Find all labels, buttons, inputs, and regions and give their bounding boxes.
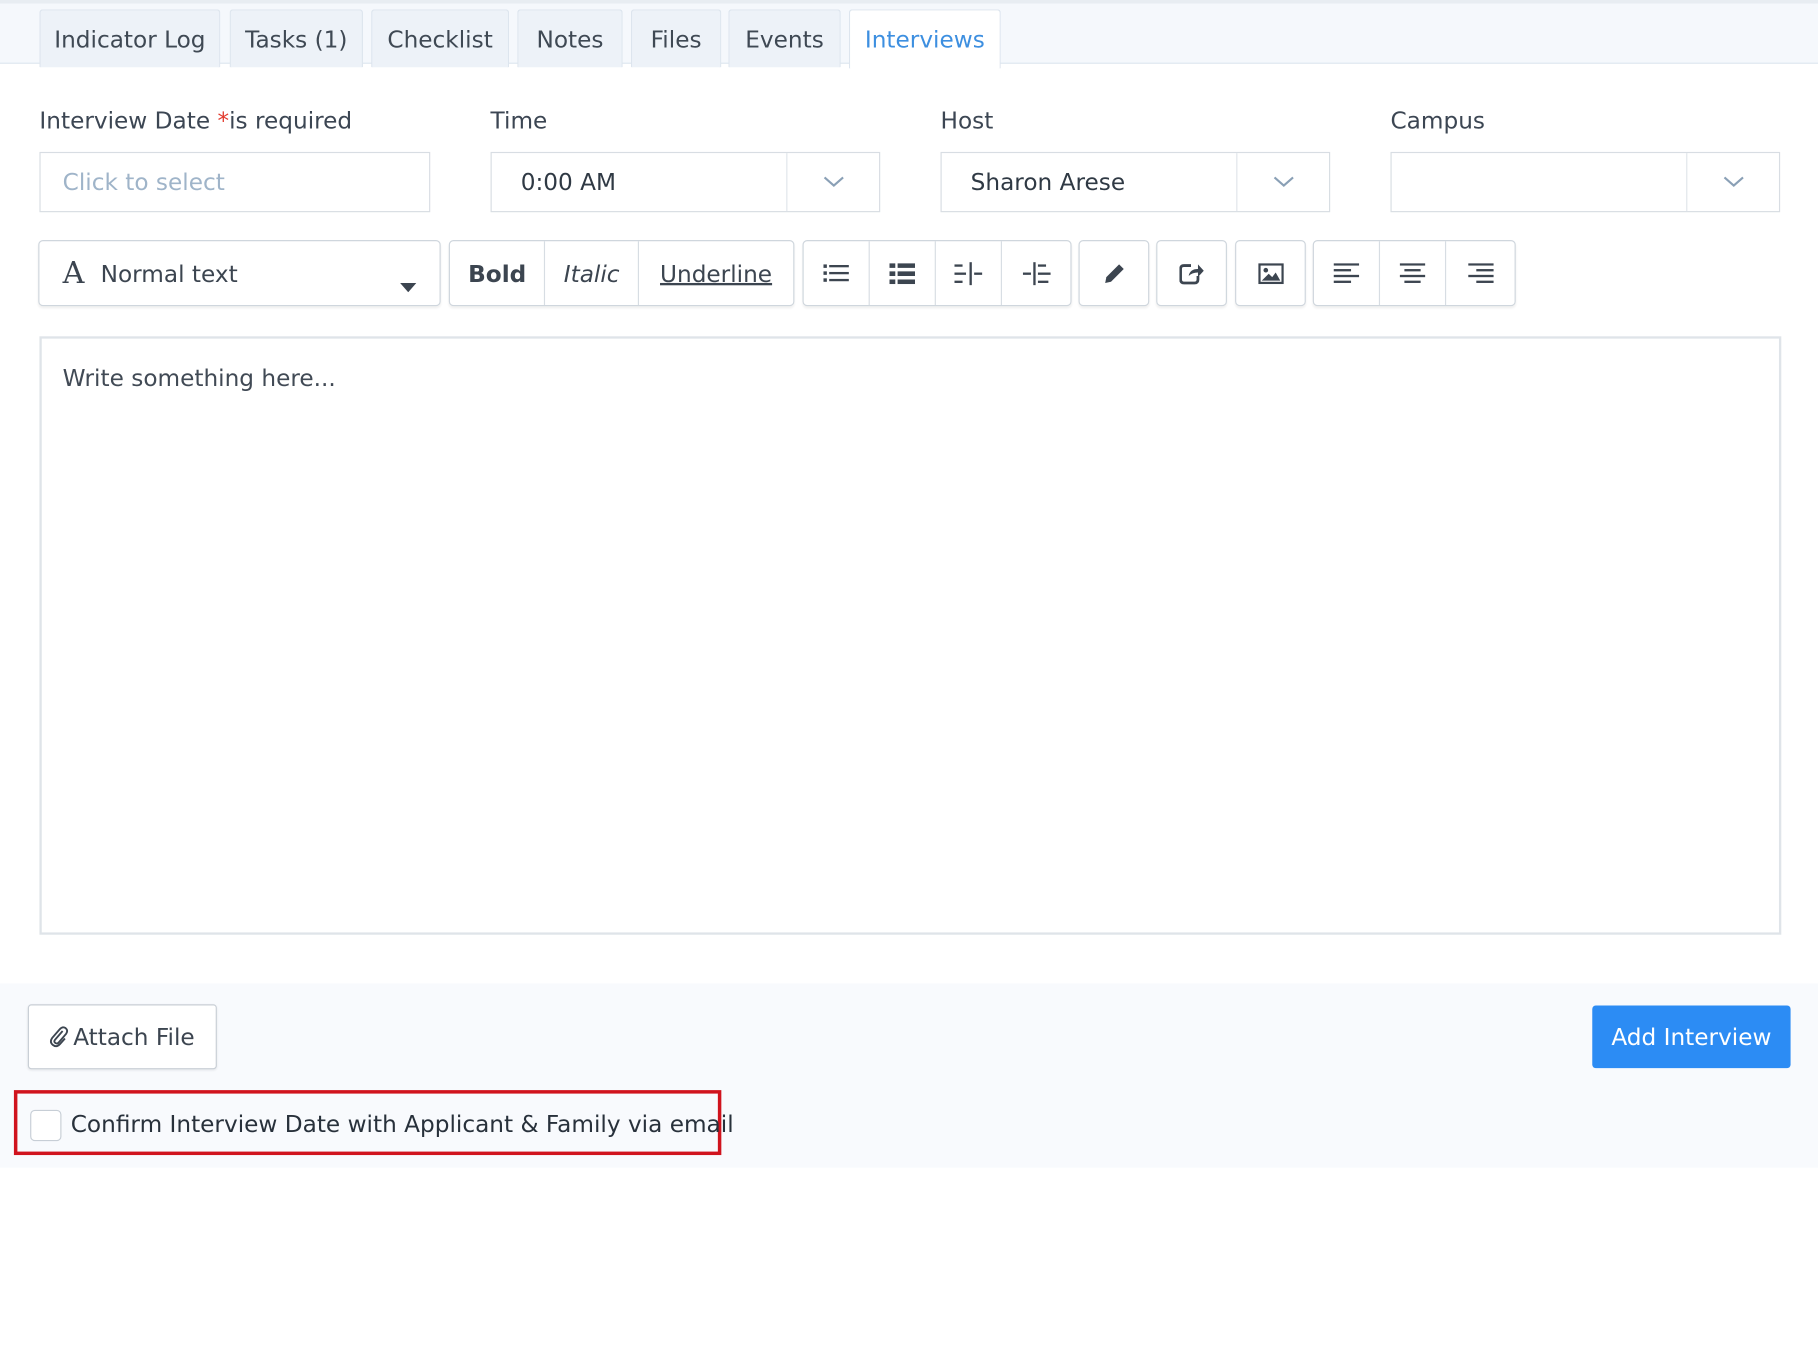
interview-date-placeholder: Click to select [62, 168, 225, 196]
indent-button[interactable] [1002, 241, 1070, 305]
image-button[interactable] [1236, 241, 1304, 305]
interview-date-input[interactable]: Click to select [39, 151, 431, 213]
add-interview-button[interactable]: Add Interview [1592, 1005, 1791, 1069]
notes-editor[interactable]: Write something here... [39, 336, 1782, 935]
editor-placeholder: Write something here... [62, 364, 336, 392]
block-style-label: Normal text [100, 259, 238, 288]
outdent-icon [954, 261, 983, 285]
time-label: Time [490, 106, 548, 135]
interview-date-label-text: Interview Date [39, 106, 211, 135]
host-label: Host [940, 106, 994, 135]
interviews-panel: Indicator Log Tasks (1) Checklist Notes … [0, 0, 1818, 1168]
tab-checklist[interactable]: Checklist [371, 9, 510, 68]
share-button[interactable] [1157, 241, 1225, 305]
caret-down-icon [400, 270, 417, 298]
align-right-icon [1467, 262, 1494, 283]
align-center-icon [1399, 262, 1426, 283]
tab-notes[interactable]: Notes [517, 9, 623, 68]
list-group [802, 240, 1072, 307]
attach-file-label: Attach File [73, 1022, 195, 1051]
tab-files[interactable]: Files [630, 9, 722, 68]
confirm-email-checkbox[interactable] [30, 1109, 62, 1142]
font-icon: A [62, 255, 85, 291]
chevron-down-icon[interactable] [786, 153, 879, 212]
share-icon [1178, 263, 1204, 284]
alignment-group [1312, 240, 1516, 307]
link-group [1078, 240, 1150, 307]
pencil-icon [1104, 263, 1124, 283]
interview-date-label: Interview Date *is required [39, 107, 352, 135]
tab-events[interactable]: Events [728, 9, 841, 68]
campus-select[interactable] [1390, 151, 1781, 213]
align-center-button[interactable] [1380, 241, 1447, 306]
align-left-icon [1333, 262, 1360, 283]
italic-button[interactable]: Italic [546, 241, 639, 306]
tab-interviews[interactable]: Interviews [848, 9, 1001, 69]
inline-style-group: Bold Italic Underline [448, 240, 795, 307]
indent-icon [1022, 261, 1051, 285]
tab-bar: Indicator Log Tasks (1) Checklist Notes … [0, 0, 1818, 69]
chevron-down-icon[interactable] [1236, 153, 1329, 212]
tab-tasks[interactable]: Tasks (1) [229, 9, 363, 68]
paperclip-icon [50, 1026, 69, 1048]
share-group [1156, 240, 1227, 307]
bold-button[interactable]: Bold [450, 241, 546, 306]
pencil-button[interactable] [1080, 241, 1148, 305]
ordered-list-button[interactable] [870, 241, 936, 306]
outdent-button[interactable] [936, 241, 1002, 306]
campus-label: Campus [1390, 106, 1485, 135]
tab-indicator-log[interactable]: Indicator Log [39, 9, 221, 68]
host-select[interactable]: Sharon Arese [940, 151, 1331, 213]
unordered-list-button[interactable] [804, 241, 870, 306]
required-star: * [217, 106, 230, 135]
ordered-list-icon [889, 262, 916, 284]
align-right-button[interactable] [1446, 241, 1514, 305]
image-group [1235, 240, 1306, 307]
time-select[interactable]: 0:00 AM [490, 151, 881, 213]
block-style-button[interactable]: A Normal text [39, 241, 439, 305]
image-icon [1257, 262, 1284, 284]
confirm-email-label[interactable]: Confirm Interview Date with Applicant & … [71, 1110, 734, 1138]
unordered-list-icon [823, 263, 849, 282]
required-text: is required [229, 106, 353, 135]
underline-button[interactable]: Underline [639, 241, 793, 305]
host-value: Sharon Arese [970, 168, 1126, 196]
block-style-select[interactable]: A Normal text [38, 240, 441, 307]
chevron-down-icon[interactable] [1686, 153, 1779, 212]
attach-file-button[interactable]: Attach File [27, 1004, 217, 1070]
align-left-button[interactable] [1314, 241, 1381, 306]
time-value: 0:00 AM [520, 168, 617, 196]
